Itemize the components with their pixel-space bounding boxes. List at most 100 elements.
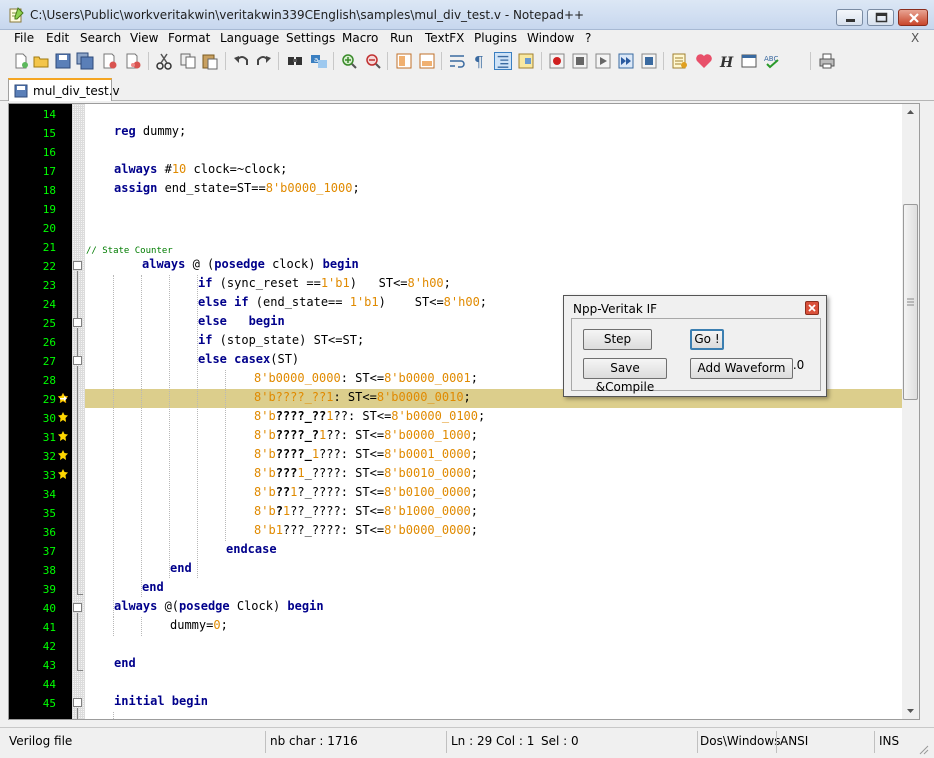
- h-icon[interactable]: H: [717, 52, 735, 70]
- fold-line: [77, 328, 78, 357]
- sync-vertical-scroll-icon[interactable]: [395, 52, 413, 70]
- zoom-in-icon[interactable]: [340, 52, 358, 70]
- breakpoint-icon[interactable]: [58, 412, 68, 422]
- tab-mul-div-test[interactable]: mul_div_test.v: [8, 78, 120, 101]
- code-text-area[interactable]: reg dummy; always #10 clock=~clock; assi…: [85, 104, 904, 719]
- current-line-breakpoint-icon[interactable]: [58, 393, 68, 403]
- paste-icon[interactable]: [201, 52, 219, 70]
- status-separator: [776, 731, 777, 753]
- line-number: 24: [42, 298, 56, 311]
- scroll-up-arrow-icon[interactable]: [902, 104, 919, 121]
- step-button[interactable]: Step: [583, 329, 652, 350]
- breakpoint-icon[interactable]: [58, 431, 68, 441]
- menu-settings[interactable]: Settings: [286, 31, 335, 45]
- save-compile-button[interactable]: Save &Compile: [583, 358, 667, 394]
- menu-run[interactable]: Run: [390, 31, 413, 45]
- console-icon[interactable]: [740, 52, 758, 70]
- menu-edit[interactable]: Edit: [46, 31, 69, 45]
- undo-icon[interactable]: [232, 52, 250, 70]
- save-icon[interactable]: [54, 52, 72, 70]
- menu-plugins[interactable]: Plugins: [474, 31, 517, 45]
- saved-file-icon: [14, 84, 28, 98]
- indent-guide: [225, 370, 226, 541]
- add-waveform-button[interactable]: Add Waveform: [690, 358, 793, 379]
- menu-help[interactable]: ?: [585, 31, 591, 45]
- find-icon[interactable]: [286, 52, 304, 70]
- sync-horizontal-scroll-icon[interactable]: [418, 52, 436, 70]
- line-number: 45: [42, 697, 56, 710]
- show-all-characters-icon[interactable]: ¶: [470, 52, 488, 70]
- spell-check-icon[interactable]: ABC: [763, 52, 781, 70]
- playback-macro-icon[interactable]: [594, 52, 612, 70]
- stop-recording-icon[interactable]: [571, 52, 589, 70]
- menu-format[interactable]: Format: [168, 31, 210, 45]
- open-file-icon[interactable]: [32, 52, 50, 70]
- menu-macro[interactable]: Macro: [342, 31, 378, 45]
- save-all-icon[interactable]: [76, 52, 94, 70]
- code-line-27: else casex(ST): [198, 352, 300, 366]
- breakpoint-icon[interactable]: [58, 469, 68, 479]
- indent-guide: [113, 617, 114, 636]
- line-number: 14: [42, 108, 56, 121]
- fold-line: [77, 271, 78, 319]
- dialog-close-button[interactable]: [805, 301, 819, 315]
- vertical-scrollbar[interactable]: [902, 104, 919, 719]
- menu-file[interactable]: File: [14, 31, 34, 45]
- new-file-icon[interactable]: [12, 52, 30, 70]
- minimize-button[interactable]: [836, 9, 863, 26]
- code-line-24: else if (end_state== 1'b1) ST<=8'h00;: [198, 295, 488, 309]
- line-number: 35: [42, 507, 56, 520]
- record-macro-icon[interactable]: [548, 52, 566, 70]
- go-button[interactable]: Go !: [690, 329, 724, 350]
- close-window-button[interactable]: [898, 9, 928, 26]
- breakpoint-icon[interactable]: [58, 450, 68, 460]
- notepadpp-app-icon[interactable]: [8, 7, 24, 23]
- save-macro-icon[interactable]: [640, 52, 658, 70]
- redo-icon[interactable]: [255, 52, 273, 70]
- fold-line: [77, 366, 78, 594]
- code-line-39: end: [142, 580, 164, 594]
- code-line-32: 8'b????_1???: ST<=8'b0001_0000;: [254, 447, 479, 461]
- menu-search[interactable]: Search: [80, 31, 121, 45]
- close-all-icon[interactable]: [124, 52, 142, 70]
- run-macro-multiple-icon[interactable]: [617, 52, 635, 70]
- print-icon[interactable]: [818, 52, 836, 70]
- line-number: 22: [42, 260, 56, 273]
- menu-textfx[interactable]: TextFX: [425, 31, 464, 45]
- replace-icon[interactable]: a: [310, 52, 328, 70]
- toolbar-separator: [441, 52, 442, 70]
- document-map-icon[interactable]: [517, 52, 535, 70]
- fold-marker[interactable]: [73, 318, 82, 327]
- menu-view[interactable]: View: [130, 31, 158, 45]
- fold-marker[interactable]: [73, 356, 82, 365]
- code-line-31: 8'b????_?1??: ST<=8'b0000_1000;: [254, 428, 479, 442]
- word-wrap-icon[interactable]: [448, 52, 466, 70]
- fold-marker[interactable]: [73, 261, 82, 270]
- code-line-29: 8'b????_??1: ST<=8'b0000_0010;: [254, 390, 471, 404]
- scrollbar-thumb[interactable]: [903, 204, 918, 400]
- maximize-button[interactable]: [867, 9, 894, 26]
- code-line-43: end: [114, 656, 136, 670]
- code-editor[interactable]: 14 15 16 17 18 19 20 21 22 23 24 25 26 27 28 29 30 31 32 33…: [8, 103, 920, 720]
- line-number: 28: [42, 374, 56, 387]
- status-insert-mode: INS: [879, 734, 900, 748]
- npp-veritak-dialog: Npp-Veritak IF Step Go ! ver 1.0 Save &C…: [563, 295, 827, 397]
- line-number: 42: [42, 640, 56, 653]
- menu-language[interactable]: Language: [220, 31, 279, 45]
- document-list-icon[interactable]: [671, 52, 689, 70]
- close-file-icon[interactable]: [100, 52, 118, 70]
- menu-window[interactable]: Window: [527, 31, 574, 45]
- fold-marker[interactable]: [73, 698, 82, 707]
- status-encoding: ANSI: [780, 734, 809, 748]
- svg-text:¶: ¶: [474, 53, 484, 70]
- indent-guide-icon[interactable]: [494, 52, 512, 70]
- zoom-out-icon[interactable]: [364, 52, 382, 70]
- fold-marker[interactable]: [73, 603, 82, 612]
- heart-icon[interactable]: [695, 52, 713, 70]
- close-document-button[interactable]: X: [911, 31, 919, 45]
- resize-grip-icon[interactable]: [918, 744, 930, 756]
- cut-icon[interactable]: [155, 52, 173, 70]
- copy-icon[interactable]: [179, 52, 197, 70]
- fold-margin[interactable]: [72, 104, 85, 719]
- scroll-down-arrow-icon[interactable]: [902, 702, 919, 719]
